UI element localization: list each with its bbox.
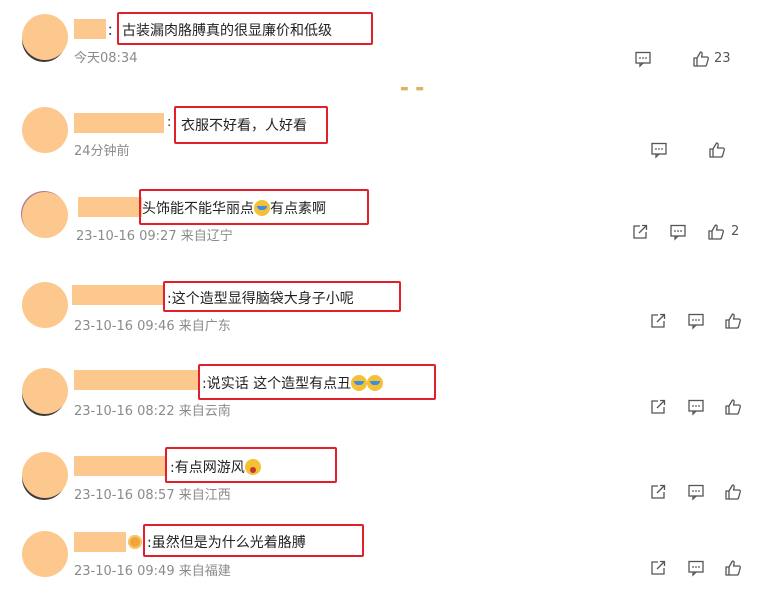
avatar[interactable] [22, 368, 68, 414]
comment-icon[interactable] [687, 398, 705, 416]
comment-time: 24分钟前 [74, 144, 130, 159]
share-icon[interactable] [649, 483, 667, 501]
crying-emoji-icon [254, 200, 270, 216]
comment-time: 今天08:34 [74, 51, 138, 66]
comment-text: 衣服不好看，人好看 [181, 118, 307, 134]
comment-text: :说实话 这个造型有点丑 [202, 373, 384, 393]
username-redacted[interactable] [74, 19, 106, 39]
comment-text: :这个造型显得脑袋大身子小呢 [167, 291, 354, 307]
username-redacted[interactable] [74, 456, 166, 476]
comment-text: :虽然但是为什么光着胳膊 [147, 535, 306, 551]
comment-time: 23-10-16 09:27 来自辽宁 [76, 229, 233, 244]
avatar[interactable] [22, 531, 68, 577]
shocked-emoji-icon [244, 459, 261, 475]
share-icon[interactable] [649, 559, 667, 577]
comment-icon[interactable] [634, 50, 652, 68]
username-redacted[interactable] [74, 113, 164, 133]
comment-icon[interactable] [669, 223, 687, 241]
comment-icon[interactable] [687, 559, 705, 577]
thumbs-up-icon[interactable] [724, 312, 742, 330]
share-icon[interactable] [649, 398, 667, 416]
decorative-dots: ▬ ▬ [400, 84, 426, 94]
thumbs-up-icon[interactable] [707, 223, 725, 241]
avatar[interactable] [22, 192, 68, 238]
thumbs-up-icon[interactable] [724, 398, 742, 416]
username-redacted[interactable] [74, 370, 198, 390]
thumbs-up-icon[interactable] [692, 50, 710, 68]
comment-time: 23-10-16 09:46 来自广东 [74, 319, 231, 334]
like-count: 2 [731, 224, 740, 239]
comment-time: 23-10-16 08:22 来自云南 [74, 404, 231, 419]
comment-text-part: :说实话 这个造型有点丑 [202, 376, 352, 392]
comment-text-part: 头饰能不能华丽点 [142, 201, 254, 217]
badge-icon [128, 535, 142, 549]
comment-text: 头饰能不能华丽点 有点素啊 [142, 198, 326, 218]
crying-emoji-icon [367, 375, 384, 391]
comment-icon[interactable] [687, 312, 705, 330]
avatar[interactable] [22, 282, 68, 328]
comment-time: 23-10-16 09:49 来自福建 [74, 564, 231, 579]
avatar[interactable] [22, 107, 68, 153]
avatar[interactable] [22, 14, 68, 60]
comment-item: :说实话 这个造型有点丑 23-10-16 08:22 来自云南 [0, 352, 763, 432]
colon: : [167, 115, 172, 130]
thumbs-up-icon[interactable] [708, 141, 726, 159]
thumbs-up-icon[interactable] [724, 483, 742, 501]
comment-icon[interactable] [650, 141, 668, 159]
comment-text-part: 有点素啊 [270, 201, 326, 217]
comment-icon[interactable] [687, 483, 705, 501]
username-redacted[interactable] [74, 532, 126, 552]
username-redacted[interactable] [72, 285, 164, 305]
comment-text: :有点网游风 [170, 457, 261, 477]
comment-item: : 衣服不好看，人好看 24分钟前 [0, 96, 763, 176]
avatar[interactable] [22, 452, 68, 498]
share-icon[interactable] [649, 312, 667, 330]
comment-item: :有点网游风 23-10-16 08:57 来自江西 [0, 437, 763, 517]
comment-item: :虽然但是为什么光着胳膊 23-10-16 09:49 来自福建 [0, 518, 763, 598]
crying-emoji-icon [351, 375, 368, 391]
comment-text-part: :有点网游风 [170, 460, 245, 476]
comment-item: :这个造型显得脑袋大身子小呢 23-10-16 09:46 来自广东 [0, 266, 763, 346]
thumbs-up-icon[interactable] [724, 559, 742, 577]
comment-item: ： 古装漏肉胳膊真的很显廉价和低级 今天08:34 23 [0, 0, 763, 80]
username-redacted[interactable] [78, 197, 142, 217]
share-icon[interactable] [631, 223, 649, 241]
comment-item: 头饰能不能华丽点 有点素啊 23-10-16 09:27 来自辽宁 2 [0, 180, 763, 260]
comment-text: 古装漏肉胳膊真的很显廉价和低级 [122, 23, 332, 39]
comment-time: 23-10-16 08:57 来自江西 [74, 488, 231, 503]
like-count: 23 [714, 51, 731, 66]
